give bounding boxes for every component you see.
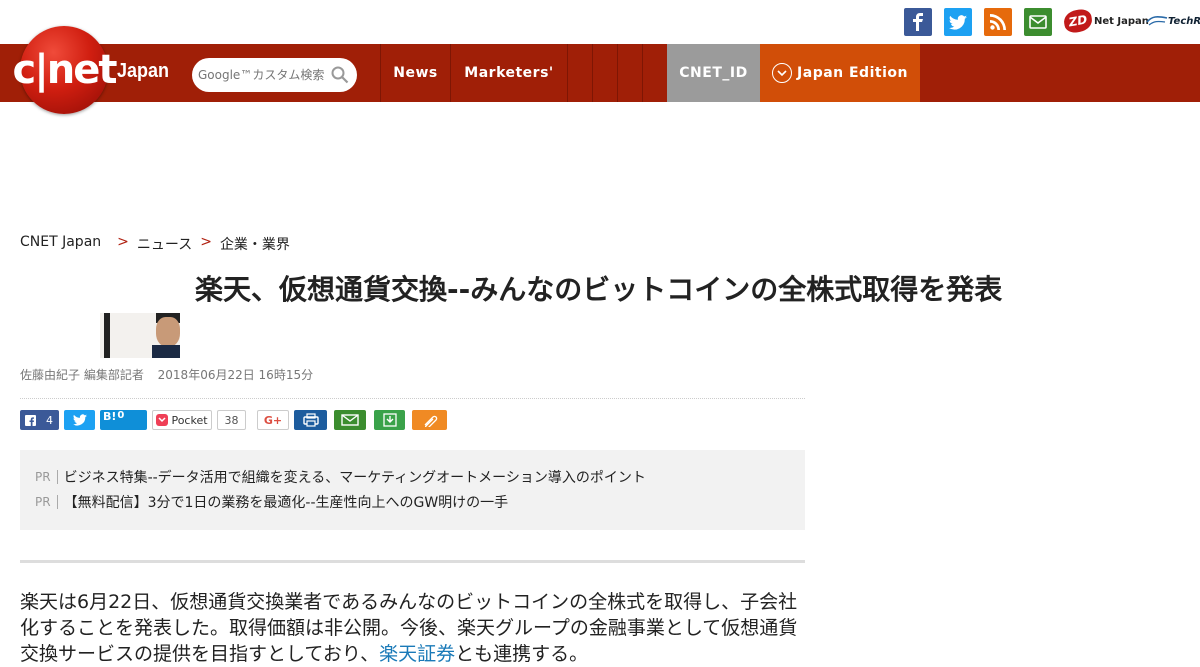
twitter-icon[interactable]: [944, 8, 972, 36]
mail-share-button[interactable]: [334, 410, 366, 430]
search-icon[interactable]: [331, 66, 349, 84]
author-photo: [100, 313, 180, 358]
print-icon: [302, 413, 319, 427]
pr-link-text[interactable]: ビジネス特集--データ活用で組織を変える、マーケティングオートメーション導入のポ…: [64, 467, 646, 487]
facebook-share-count: 4: [46, 413, 53, 427]
mail-icon[interactable]: [1024, 8, 1052, 36]
edition-label: Japan Edition: [797, 65, 908, 81]
facebook-share-button[interactable]: 4: [20, 410, 59, 430]
cnet-logo-text: c|net: [12, 47, 117, 93]
nav-divider-slot[interactable]: [642, 44, 667, 102]
chevron-down-icon: [772, 63, 793, 83]
pr-link[interactable]: PR ビジネス特集--データ活用で組織を変える、マーケティングオートメーション導…: [35, 464, 790, 489]
mail-icon: [341, 414, 359, 426]
paperclip-icon: [424, 415, 437, 427]
zdnet-logo-badge: ZD: [1062, 7, 1094, 35]
divider: [20, 560, 805, 563]
article-tail: とも連携する。: [455, 643, 589, 665]
facebook-icon: [25, 414, 36, 426]
nav-divider-slot[interactable]: [567, 44, 592, 102]
pr-links-box: PR ビジネス特集--データ活用で組織を変える、マーケティングオートメーション導…: [20, 450, 805, 530]
pr-link-text[interactable]: 【無料配信】3分で1日の業務を最適化--生産性向上へのGW明けの一手: [64, 492, 509, 512]
hatena-bookmark-button[interactable]: B! 0: [100, 410, 147, 430]
article-body: 楽天は6月22日、仮想通貨交換業者であるみんなのビットコインの全株式を取得し、子…: [20, 589, 800, 667]
pr-tag: PR: [35, 494, 58, 509]
zdnet-japan-link[interactable]: ZD Net Japan: [1062, 7, 1149, 35]
hatena-label: B!: [103, 410, 117, 423]
pocket-label: Pocket: [171, 413, 208, 427]
photo-face: [156, 317, 180, 347]
techrepublic-logo-icon: [1146, 16, 1168, 26]
clip-button[interactable]: [412, 410, 447, 430]
breadcrumb: CNET Japan > ニュース > 企業・業界: [20, 234, 290, 254]
techrepublic-text: TechRep: [1168, 15, 1200, 27]
twitter-share-button[interactable]: [64, 410, 95, 430]
nav-marketers[interactable]: Marketers': [450, 44, 567, 102]
search-box: [192, 58, 357, 92]
nav-divider-slot[interactable]: [617, 44, 642, 102]
breadcrumb-level2[interactable]: 企業・業界: [220, 234, 290, 254]
twitter-icon: [72, 414, 87, 426]
photo-door: [104, 313, 110, 358]
nav-news[interactable]: News: [380, 44, 450, 102]
author-name[interactable]: 佐藤由紀子 編集部記者: [20, 368, 144, 382]
facebook-icon[interactable]: [904, 8, 932, 36]
logo-japan-label[interactable]: Japan: [117, 60, 169, 83]
search-input[interactable]: [198, 63, 328, 87]
divider: [20, 398, 805, 399]
pr-tag: PR: [35, 469, 58, 484]
top-strip: ZD Net Japan TechRep: [0, 0, 1200, 44]
nav-divider-slot[interactable]: [592, 44, 617, 102]
breadcrumb-level1[interactable]: ニュース: [137, 234, 192, 254]
pocket-icon: [156, 414, 169, 426]
print-button[interactable]: [294, 410, 327, 430]
rss-icon[interactable]: [984, 8, 1012, 36]
pocket-count: 38: [217, 410, 246, 430]
breadcrumb-separator: >: [117, 234, 129, 250]
article-inline-link[interactable]: 楽天証券: [379, 643, 455, 665]
save-button[interactable]: [374, 410, 405, 430]
hatena-count: 0: [117, 410, 125, 421]
photo-shirt: [152, 345, 180, 358]
breadcrumb-root[interactable]: CNET Japan: [20, 234, 101, 254]
download-icon: [382, 413, 397, 427]
article-headline: 楽天、仮想通貨交換--みんなのビットコインの全株式取得を発表: [195, 273, 1003, 306]
breadcrumb-separator: >: [200, 234, 212, 250]
nav-japan-edition[interactable]: Japan Edition: [760, 44, 920, 102]
publish-date: 2018年06月22日 16時15分: [157, 368, 314, 382]
cnet-logo[interactable]: c|net: [12, 26, 118, 114]
pr-link[interactable]: PR 【無料配信】3分で1日の業務を最適化--生産性向上へのGW明けの一手: [35, 489, 790, 514]
pocket-button[interactable]: Pocket: [152, 410, 212, 430]
google-plus-button[interactable]: G+: [257, 410, 289, 430]
byline: 佐藤由紀子 編集部記者 2018年06月22日 16時15分: [20, 366, 313, 383]
zdnet-logo-text: Net Japan: [1094, 15, 1149, 27]
nav-cnet-id[interactable]: CNET_ID: [667, 44, 760, 102]
techrepublic-link[interactable]: TechRep: [1146, 10, 1200, 32]
